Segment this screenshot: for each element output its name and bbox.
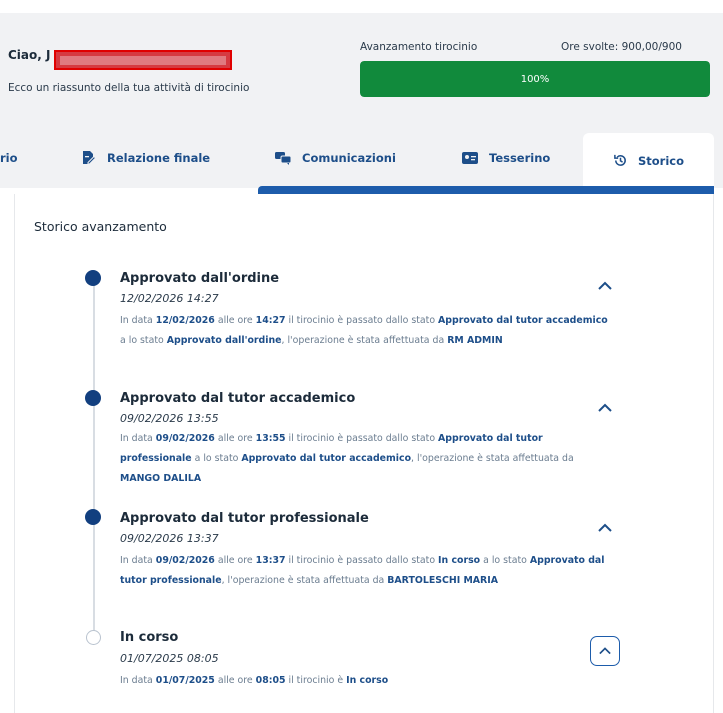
description-highlight: In corso bbox=[438, 555, 481, 566]
description-highlight: MANGO DALILA bbox=[120, 473, 202, 484]
timeline-dot bbox=[85, 390, 101, 406]
document-edit-icon bbox=[81, 150, 97, 166]
description-text: alle ore bbox=[214, 555, 256, 566]
description-text: In data bbox=[120, 315, 156, 326]
description-highlight: 12/02/2026 bbox=[155, 315, 215, 326]
timeline-dot bbox=[85, 270, 101, 286]
entry-date: 09/02/2026 13:37 bbox=[120, 532, 219, 545]
id-card-icon bbox=[461, 151, 479, 165]
description-text: In data bbox=[120, 675, 156, 686]
entry-title: Approvato dal tutor accademico bbox=[120, 391, 356, 406]
tab-label: Comunicazioni bbox=[302, 151, 396, 165]
timeline-dot bbox=[85, 509, 101, 525]
description-highlight: 14:27 bbox=[255, 315, 286, 326]
header-subtitle: Ecco un riassunto della tua attività di … bbox=[8, 82, 250, 94]
chevron-up-icon[interactable] bbox=[596, 521, 614, 535]
timeline-dot-pending bbox=[86, 630, 101, 645]
top-band bbox=[0, 0, 723, 13]
chevron-up-icon bbox=[599, 647, 611, 655]
active-tab-indicator bbox=[258, 186, 714, 194]
entry-description: In data 12/02/2026 alle ore 14:27 il tir… bbox=[120, 311, 610, 351]
description-highlight: 09/02/2026 bbox=[155, 433, 215, 444]
chevron-up-icon[interactable] bbox=[596, 279, 614, 293]
description-text: il tirocinio è bbox=[285, 675, 347, 686]
description-text: alle ore bbox=[214, 433, 256, 444]
tab-storico[interactable]: Storico bbox=[583, 133, 714, 188]
description-highlight: 08:05 bbox=[255, 675, 286, 686]
description-text: In data bbox=[120, 555, 156, 566]
tab-label: Storico bbox=[637, 153, 684, 168]
description-highlight: BARTOLESCHI MARIA bbox=[387, 575, 498, 586]
tab-label: rio bbox=[0, 151, 18, 165]
section-title: Storico avanzamento bbox=[34, 219, 167, 234]
tab-label: Relazione finale bbox=[107, 151, 211, 165]
entry-date: 01/07/2025 08:05 bbox=[120, 652, 219, 665]
tab-label: Tesserino bbox=[489, 151, 551, 165]
entry-description: In data 09/02/2026 alle ore 13:55 il tir… bbox=[120, 429, 610, 489]
progress-text: 100% bbox=[520, 73, 550, 85]
collapse-button[interactable] bbox=[590, 636, 620, 666]
chat-bubbles-icon bbox=[274, 150, 292, 166]
description-highlight: 01/07/2025 bbox=[155, 675, 215, 686]
tab-comunicazioni[interactable]: Comunicazioni bbox=[274, 133, 396, 183]
entry-description: In data 01/07/2025 alle ore 08:05 il tir… bbox=[120, 671, 610, 691]
description-text: il tirocinio è passato dallo stato bbox=[285, 555, 439, 566]
entry-title: Approvato dall'ordine bbox=[120, 271, 280, 286]
description-highlight: Approvato dall'ordine bbox=[166, 335, 282, 346]
tab-bar: rio Relazione finale Comunicazioni Tesse… bbox=[0, 133, 723, 188]
entry-description: In data 09/02/2026 alle ore 13:37 il tir… bbox=[120, 551, 610, 591]
tab-tesserino[interactable]: Tesserino bbox=[461, 133, 550, 183]
tab-partial[interactable]: rio bbox=[0, 133, 18, 183]
entry-title: Approvato dal tutor professionale bbox=[120, 511, 369, 526]
entry-date: 09/02/2026 13:55 bbox=[120, 412, 219, 425]
description-text: alle ore bbox=[214, 675, 256, 686]
description-text: , l'operazione è stata affettuata da bbox=[221, 575, 388, 586]
hours-label: Ore svolte: 900,00/900 bbox=[561, 41, 682, 53]
description-text: il tirocinio è passato dallo stato bbox=[285, 433, 439, 444]
redacted-name-fill bbox=[60, 56, 226, 65]
timeline-line bbox=[93, 284, 95, 644]
description-text: In data bbox=[120, 433, 156, 444]
description-highlight: In corso bbox=[346, 675, 389, 686]
description-text: a lo stato bbox=[191, 453, 242, 464]
description-highlight: Approvato dal tutor accademico bbox=[438, 315, 608, 326]
greeting: Ciao, J bbox=[8, 48, 51, 62]
description-text: alle ore bbox=[214, 315, 256, 326]
progress-label: Avanzamento tirocinio bbox=[360, 41, 478, 53]
description-highlight: RM ADMIN bbox=[447, 335, 503, 346]
description-highlight: 13:37 bbox=[255, 555, 286, 566]
description-text: il tirocinio è passato dallo stato bbox=[285, 315, 439, 326]
history-icon bbox=[613, 153, 628, 168]
entry-date: 12/02/2026 14:27 bbox=[120, 292, 219, 305]
description-highlight: 13:55 bbox=[255, 433, 286, 444]
panel-border-right bbox=[713, 194, 714, 713]
tab-relazione-finale[interactable]: Relazione finale bbox=[81, 133, 210, 183]
chevron-up-icon[interactable] bbox=[596, 401, 614, 415]
panel-border-left bbox=[14, 194, 15, 713]
entry-title: In corso bbox=[120, 630, 179, 645]
description-text: , l'operazione è stata affettuata da bbox=[411, 453, 574, 464]
description-text: a lo stato bbox=[120, 335, 167, 346]
description-highlight: Approvato dal tutor accademico bbox=[241, 453, 412, 464]
description-text: , l'operazione è stata affettuata da bbox=[281, 335, 448, 346]
progress-bar: 100% bbox=[360, 61, 710, 97]
description-text: a lo stato bbox=[480, 555, 530, 566]
description-highlight: 09/02/2026 bbox=[155, 555, 215, 566]
